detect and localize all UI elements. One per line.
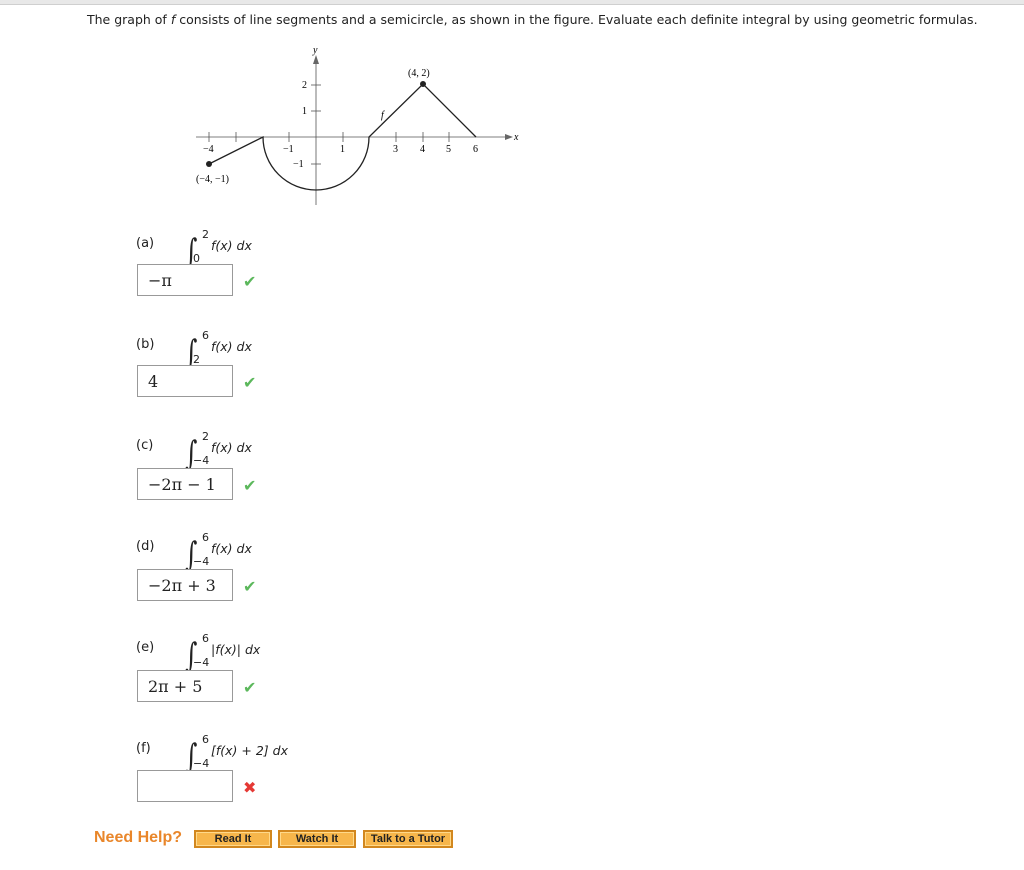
prompt-text: The graph of bbox=[87, 12, 171, 27]
correct-check-icon: ✔ bbox=[243, 577, 257, 596]
x-tick-label: 6 bbox=[473, 144, 478, 155]
peak-point bbox=[420, 81, 426, 87]
read-it-button[interactable]: Read It bbox=[194, 830, 272, 848]
incorrect-x-icon: ✖ bbox=[243, 778, 257, 797]
talk-to-tutor-button[interactable]: Talk to a Tutor bbox=[363, 830, 453, 848]
prompt-text-rest: consists of line segments and a semicirc… bbox=[175, 12, 978, 27]
y-tick-label: 1 bbox=[302, 106, 307, 117]
upper-limit: 6 bbox=[202, 632, 209, 645]
x-tick-label: 1 bbox=[340, 144, 345, 155]
x-axis-label: x bbox=[513, 132, 519, 143]
x-tick-label: −1 bbox=[283, 144, 294, 155]
function-label: f bbox=[381, 110, 385, 121]
answer-input[interactable]: −π bbox=[137, 264, 233, 296]
lower-limit: −4 bbox=[193, 555, 210, 568]
question-prompt: The graph of f consists of line segments… bbox=[87, 12, 978, 27]
need-help-label: Need Help? bbox=[94, 829, 183, 846]
answer-input[interactable]: −2π − 1 bbox=[137, 468, 233, 500]
integrand: f(x) dx bbox=[211, 238, 252, 253]
part-label: (a) bbox=[136, 236, 155, 251]
upper-limit: 6 bbox=[202, 329, 209, 342]
lower-limit: −4 bbox=[193, 454, 210, 467]
answer-input[interactable]: −2π + 3 bbox=[137, 569, 233, 601]
integrand: f(x) dx bbox=[211, 339, 252, 354]
correct-check-icon: ✔ bbox=[243, 476, 257, 495]
integrand: [f(x) + 2] dx bbox=[211, 743, 288, 758]
integrand: |f(x)| dx bbox=[211, 642, 261, 657]
y-tick-label: −1 bbox=[293, 159, 304, 170]
x-axis-arrow bbox=[505, 134, 513, 140]
integrand: f(x) dx bbox=[211, 541, 252, 556]
y-axis-label: y bbox=[312, 45, 318, 56]
answer-input[interactable]: 2π + 5 bbox=[137, 670, 233, 702]
part-label: (b) bbox=[136, 337, 155, 352]
upper-limit: 2 bbox=[202, 430, 209, 443]
upper-limit: 2 bbox=[202, 228, 209, 241]
x-tick-label: 4 bbox=[420, 144, 425, 155]
part-label: (c) bbox=[136, 438, 154, 453]
lower-limit: −4 bbox=[193, 656, 210, 669]
top-tab-strip bbox=[0, 0, 1024, 5]
correct-check-icon: ✔ bbox=[243, 678, 257, 697]
correct-check-icon: ✔ bbox=[243, 373, 257, 392]
endpoint-left bbox=[206, 161, 212, 167]
lower-limit: −4 bbox=[193, 757, 210, 770]
y-tick-label: 2 bbox=[302, 80, 307, 91]
part-label: (e) bbox=[136, 640, 155, 655]
watch-it-button[interactable]: Watch It bbox=[278, 830, 356, 848]
x-tick-label: −4 bbox=[203, 144, 214, 155]
x-tick-label: 3 bbox=[393, 144, 398, 155]
answer-input[interactable]: 4 bbox=[137, 365, 233, 397]
answer-input[interactable] bbox=[137, 770, 233, 802]
x-tick-label: 5 bbox=[446, 144, 451, 155]
upper-limit: 6 bbox=[202, 531, 209, 544]
part-label: (d) bbox=[136, 539, 155, 554]
integrand: f(x) dx bbox=[211, 440, 252, 455]
point-label-peak: (4, 2) bbox=[408, 68, 430, 79]
correct-check-icon: ✔ bbox=[243, 272, 257, 291]
function-graph: x y −4 −1 1 3 4 5 6 2 1 −1 (−4, −1) (4, … bbox=[196, 45, 519, 205]
point-label-left: (−4, −1) bbox=[196, 174, 229, 185]
upper-limit: 6 bbox=[202, 733, 209, 746]
y-axis-arrow bbox=[313, 55, 319, 64]
part-label: (f) bbox=[136, 741, 151, 756]
